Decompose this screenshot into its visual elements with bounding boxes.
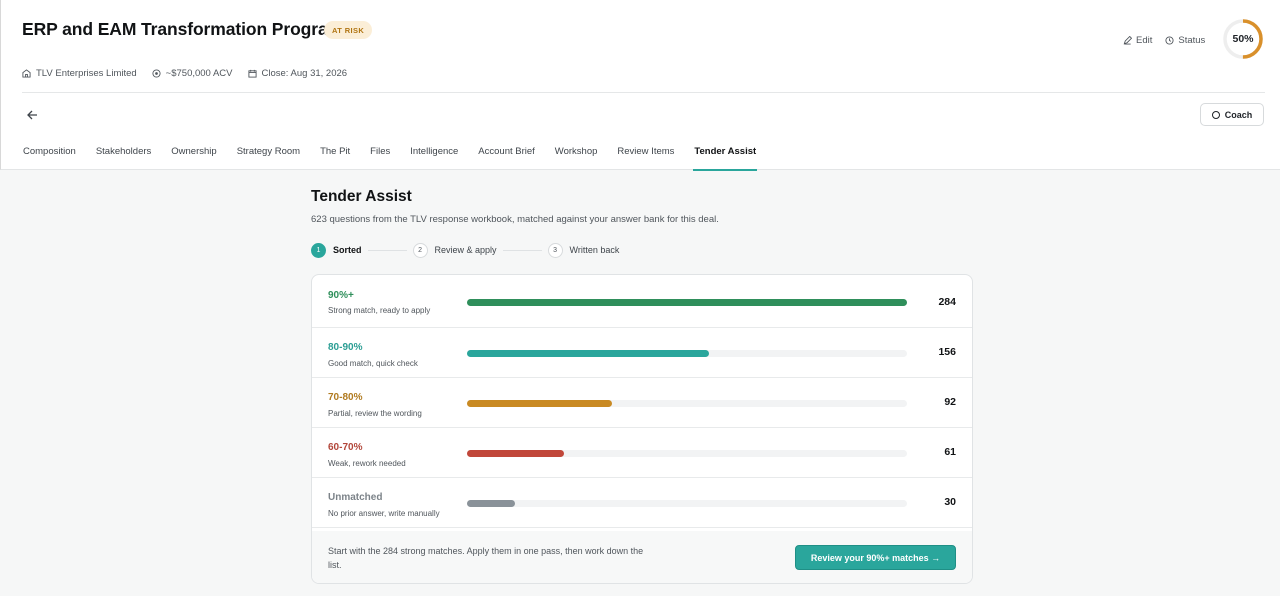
clock-icon [1165, 35, 1174, 45]
company-name: TLV Enterprises Limited [36, 67, 137, 79]
tab-account-brief[interactable]: Account Brief [478, 146, 535, 170]
match-count: 30 [944, 496, 956, 508]
tab-bar: Composition Stakeholders Ownership Strat… [23, 146, 776, 171]
page-header: ERP and EAM Transformation Program AT RI… [0, 0, 1280, 171]
match-band-desc: Partial, review the wording [328, 409, 422, 418]
match-count: 156 [938, 346, 956, 358]
section-title: Tender Assist [311, 188, 412, 205]
header-divider [22, 92, 1265, 93]
circle-icon [1211, 110, 1220, 119]
pencil-icon [1123, 35, 1132, 45]
match-bar-track [467, 400, 907, 407]
match-band-label: 80-90% [328, 342, 363, 353]
deal-meta: TLV Enterprises Limited ~$750,000 ACV Cl… [22, 66, 362, 80]
tab-the-pit[interactable]: The Pit [320, 146, 350, 170]
acv-value: ~$750,000 ACV [165, 67, 233, 79]
acv-meta: ~$750,000 ACV [152, 68, 233, 79]
tender-assist-panel: Tender Assist 623 questions from the TLV… [311, 188, 973, 584]
match-bar-fill [467, 400, 613, 407]
step-review-apply: 2 Review & apply [412, 242, 497, 258]
coach-button[interactable]: Coach [1200, 103, 1264, 126]
tab-tender-assist[interactable]: Tender Assist [693, 146, 757, 171]
match-band-label: Unmatched [328, 492, 383, 503]
step-label: Sorted [333, 245, 362, 255]
match-band-label: 70-80% [328, 392, 363, 403]
step-connector [367, 249, 407, 251]
match-bar-track [467, 450, 907, 457]
match-band-desc: Good match, quick check [328, 359, 418, 368]
match-row-90-plus[interactable]: 90%+ Strong match, ready to apply 284 [312, 275, 972, 328]
tab-composition[interactable]: Composition [23, 146, 76, 170]
tab-review-items[interactable]: Review Items [617, 146, 674, 170]
step-sorted: 1 Sorted [311, 242, 362, 258]
tab-intelligence[interactable]: Intelligence [410, 146, 458, 170]
match-count: 92 [944, 396, 956, 408]
match-count: 61 [944, 446, 956, 458]
edit-label: Edit [1136, 34, 1153, 46]
match-bar-track [467, 299, 907, 306]
page-title: ERP and EAM Transformation Program [22, 19, 344, 39]
match-row-unmatched[interactable]: Unmatched No prior answer, write manuall… [312, 478, 972, 528]
progress-stepper: 1 Sorted 2 Review & apply 3 Written back [311, 242, 619, 258]
match-bar-fill [467, 500, 516, 507]
back-arrow-icon[interactable] [25, 108, 39, 122]
calendar-icon [247, 69, 257, 78]
section-subtitle: 623 questions from the TLV response work… [311, 214, 719, 225]
match-count: 284 [938, 296, 956, 308]
match-band-desc: Weak, rework needed [328, 459, 406, 468]
company-meta: TLV Enterprises Limited [22, 68, 137, 79]
tab-files[interactable]: Files [370, 146, 390, 170]
status-badge: AT RISK [324, 21, 373, 39]
match-bar-track [467, 500, 907, 507]
coin-icon [152, 68, 161, 78]
tab-strategy-room[interactable]: Strategy Room [237, 146, 300, 170]
close-meta: Close: Aug 31, 2026 [247, 67, 348, 79]
step-label: Written back [569, 245, 620, 255]
match-row-60-70[interactable]: 60-70% Weak, rework needed 61 [312, 428, 972, 478]
step-number: 2 [412, 242, 428, 258]
match-band-desc: Strong match, ready to apply [328, 306, 431, 315]
status-label: Status [1178, 34, 1206, 46]
match-row-70-80[interactable]: 70-80% Partial, review the wording 92 [312, 378, 972, 428]
edit-button[interactable]: Edit [1123, 35, 1152, 46]
match-row-80-90[interactable]: 80-90% Good match, quick check 156 [312, 328, 972, 378]
match-bar-fill [467, 450, 564, 457]
progress-percent: 50% [1232, 33, 1254, 45]
tab-ownership[interactable]: Ownership [171, 146, 216, 170]
status-button[interactable]: Status [1165, 35, 1205, 46]
card-footer: Start with the 284 strong matches. Apply… [312, 531, 972, 583]
match-summary-card: 90%+ Strong match, ready to apply 284 80… [311, 274, 973, 584]
match-bar-track [467, 350, 907, 357]
match-band-label: 90%+ [328, 290, 354, 301]
match-bar-fill [467, 350, 709, 357]
step-number: 1 [311, 242, 326, 258]
match-band-label: 60-70% [328, 442, 363, 453]
match-band-desc: No prior answer, write manually [328, 509, 440, 518]
building-icon [22, 68, 31, 78]
close-date: Close: Aug 31, 2026 [261, 67, 348, 79]
header-actions: Edit Status [1123, 33, 1218, 47]
step-written-back: 3 Written back [547, 242, 620, 258]
step-number: 3 [547, 242, 563, 258]
tab-workshop[interactable]: Workshop [555, 146, 598, 170]
step-connector [502, 249, 542, 251]
match-bar-fill [467, 299, 907, 306]
tab-stakeholders[interactable]: Stakeholders [96, 146, 151, 170]
review-matches-button[interactable]: Review your 90%+ matches → [795, 545, 956, 570]
step-label: Review & apply [434, 245, 497, 255]
coach-label: Coach [1224, 109, 1253, 120]
footer-hint: Start with the 284 strong matches. Apply… [328, 546, 644, 570]
